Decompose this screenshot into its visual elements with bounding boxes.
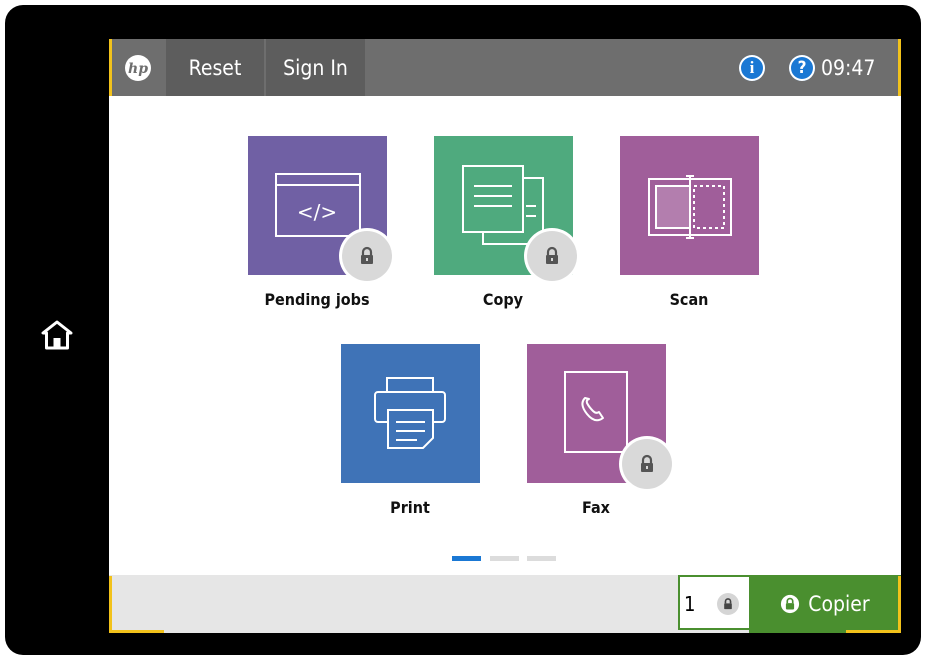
corner-accent — [109, 576, 112, 633]
tile-label-scan: Scan — [669, 290, 709, 309]
scan-icon — [648, 175, 732, 239]
sign-in-button[interactable]: Sign In — [266, 39, 365, 96]
corner-accent — [898, 576, 901, 633]
help-icon[interactable]: ? — [789, 55, 815, 81]
copier-label: Copier — [808, 592, 870, 616]
lock-icon — [622, 439, 672, 489]
tile-scan[interactable] — [620, 136, 759, 275]
tile-label-fax: Fax — [582, 498, 610, 517]
svg-text:hp: hp — [128, 61, 148, 77]
touch-screen: hp Reset Sign In i ? 09:47 </> Pending j… — [109, 39, 901, 633]
copier-start-button[interactable]: Copier — [749, 575, 901, 633]
corner-accent — [898, 39, 901, 96]
copies-value: 1 — [684, 592, 696, 616]
corner-accent — [109, 39, 112, 96]
page-indicator-2[interactable] — [490, 556, 519, 561]
corner-accent — [846, 630, 901, 633]
page-indicator-1[interactable] — [452, 556, 481, 561]
lock-icon — [717, 593, 739, 615]
tile-label-copy: Copy — [482, 290, 524, 309]
tile-label-pending-jobs: Pending jobs — [264, 290, 370, 309]
clock: 09:47 — [821, 55, 876, 80]
tile-label-print: Print — [390, 498, 430, 517]
top-bar: hp Reset Sign In i ? 09:47 — [109, 39, 901, 96]
home-icon[interactable] — [40, 318, 74, 352]
lock-icon — [342, 231, 392, 281]
corner-accent — [109, 630, 164, 633]
lock-icon — [527, 231, 577, 281]
hp-logo: hp — [109, 39, 166, 96]
printer-icon — [374, 377, 446, 449]
svg-text:</>: </> — [297, 200, 337, 224]
page-indicator-3[interactable] — [527, 556, 556, 561]
tile-print[interactable] — [341, 344, 480, 483]
reset-button[interactable]: Reset — [166, 39, 264, 96]
lock-icon — [781, 594, 800, 614]
info-icon[interactable]: i — [739, 55, 765, 81]
